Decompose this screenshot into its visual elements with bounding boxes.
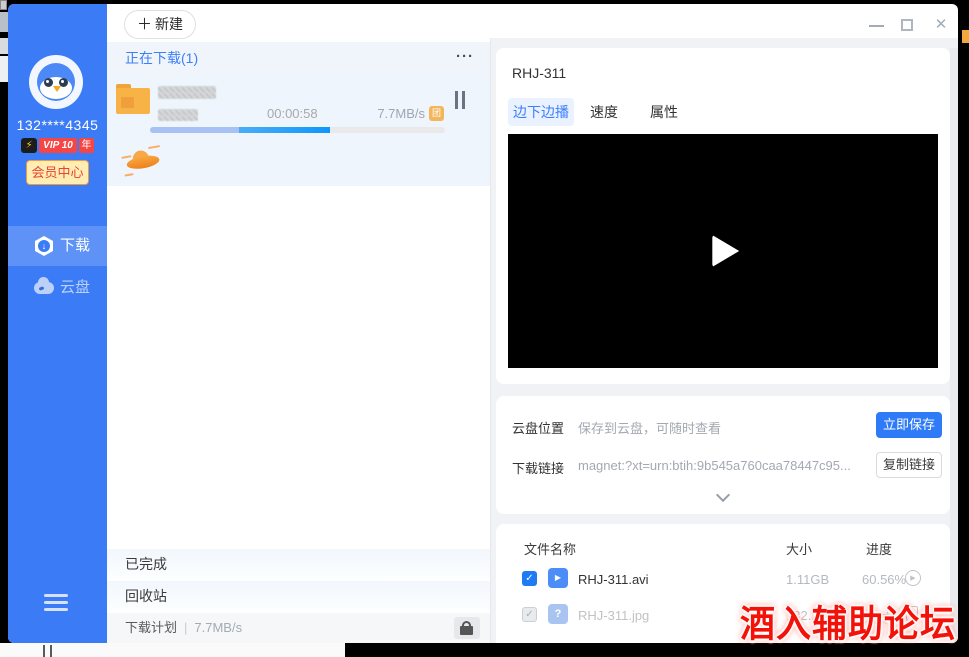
- tab-properties[interactable]: 属性: [650, 98, 678, 126]
- sidebar-item-cloud[interactable]: 云盘: [8, 268, 107, 308]
- save-now-button[interactable]: 立即保存: [876, 412, 942, 438]
- menu-icon[interactable]: [44, 594, 68, 612]
- task-title: RHJ-311: [512, 65, 566, 81]
- sidebar-item-download[interactable]: ↓ 下载: [8, 226, 107, 266]
- time-remaining: 00:00:58: [267, 106, 318, 121]
- file-name: RHJ-311.avi: [578, 572, 649, 587]
- column-header-filename: 文件名称: [524, 539, 576, 558]
- sidebar-item-label: 下载: [60, 226, 90, 266]
- vip-level-label: VIP 10: [39, 138, 77, 153]
- unknown-file-icon: ?: [548, 604, 568, 624]
- more-icon[interactable]: ···: [456, 42, 474, 72]
- avatar[interactable]: [29, 55, 83, 109]
- plus-icon: ＋: [137, 16, 152, 33]
- downloading-section-header: 正在下载(1) ···: [107, 42, 490, 75]
- background-window-fragment: [0, 0, 7, 10]
- speedup-saucer-icon: [120, 141, 168, 176]
- background-line: [43, 645, 45, 657]
- user-id: 132****4345: [8, 117, 107, 133]
- vip-badge[interactable]: ⚡ VIP 10 年: [8, 137, 107, 153]
- file-size: 1.11GB: [786, 572, 829, 587]
- chevron-down-icon[interactable]: [716, 488, 730, 502]
- file-name: RHJ-311.jpg: [578, 608, 649, 623]
- magnet-link-text: magnet:?xt=urn:btih:9b545a760caa78447c95…: [578, 458, 851, 473]
- info-card: 云盘位置 保存到云盘，可随时查看 立即保存 下载链接 magnet:?xt=ur…: [496, 396, 950, 514]
- tab-play-while-downloading[interactable]: 边下边播: [508, 98, 574, 126]
- background-line: [50, 645, 52, 657]
- new-task-button[interactable]: ＋新建: [124, 10, 196, 39]
- folder-icon: [116, 84, 150, 114]
- play-circle-icon[interactable]: ▶: [905, 570, 921, 586]
- download-speed: 7.7MB/s: [367, 106, 425, 121]
- video-preview[interactable]: [508, 134, 938, 368]
- background-window-fragment: [0, 38, 8, 54]
- completed-section-row[interactable]: 已完成: [107, 549, 490, 580]
- column-header-size: 大小: [786, 539, 812, 558]
- progress-bar: [150, 127, 445, 133]
- bolt-icon: ⚡: [21, 138, 37, 153]
- cloud-location-hint: 保存到云盘，可随时查看: [578, 418, 721, 437]
- sidebar-item-label: 云盘: [60, 268, 90, 308]
- member-center-button[interactable]: 会员中心: [26, 160, 89, 185]
- app-window: 132****4345 ⚡ VIP 10 年 会员中心 ↓ 下载 云盘: [8, 4, 958, 643]
- downloading-count-label: 正在下载(1): [125, 42, 198, 75]
- pause-button[interactable]: [453, 91, 467, 109]
- scrollbar[interactable]: [950, 48, 958, 643]
- file-progress: 60.56%: [862, 572, 906, 587]
- recycle-bin-row[interactable]: 回收站: [107, 581, 490, 612]
- vip-year-label: 年: [79, 138, 94, 153]
- play-icon[interactable]: [712, 235, 739, 267]
- task-name-masked: [158, 86, 216, 99]
- speedup-badge-icon: 团: [429, 106, 444, 121]
- plan-speed-value: 7.7MB/s: [194, 620, 242, 635]
- progress-downloaded: [150, 127, 239, 133]
- lock-button[interactable]: [454, 617, 480, 639]
- download-icon: ↓: [34, 236, 54, 256]
- background-window-fragment: [0, 56, 8, 82]
- cloud-location-label: 云盘位置: [512, 418, 564, 437]
- cloud-icon: [34, 282, 54, 294]
- background-window-fragment: [0, 12, 8, 32]
- download-task-row[interactable]: 00:00:58 7.7MB/s 团: [107, 75, 490, 186]
- download-link-label: 下载链接: [512, 458, 564, 477]
- task-size-masked: [158, 109, 198, 121]
- column-header-progress: 进度: [866, 539, 892, 558]
- sidebar: 132****4345 ⚡ VIP 10 年 会员中心 ↓ 下载 云盘: [8, 4, 107, 643]
- forum-watermark: 酒入辅助论坛: [740, 595, 962, 649]
- file-checkbox[interactable]: ✓: [522, 571, 537, 586]
- screen: 132****4345 ⚡ VIP 10 年 会员中心 ↓ 下载 云盘: [0, 0, 969, 657]
- minimize-button[interactable]: [869, 25, 884, 27]
- preview-card: RHJ-311 边下边播 速度 属性: [496, 48, 950, 384]
- video-file-icon: ▶: [548, 568, 568, 588]
- background-sliver: [962, 30, 969, 43]
- copy-link-button[interactable]: 复制链接: [876, 452, 942, 478]
- file-checkbox-disabled: ✓: [522, 607, 537, 622]
- progress-accelerated: [239, 127, 330, 133]
- maximize-button[interactable]: [901, 19, 913, 31]
- close-button[interactable]: ✕: [931, 15, 951, 35]
- download-plan-label: 下载计划: [125, 620, 177, 635]
- download-plan-row: 下载计划|7.7MB/s: [107, 613, 490, 643]
- tab-speed[interactable]: 速度: [590, 98, 618, 126]
